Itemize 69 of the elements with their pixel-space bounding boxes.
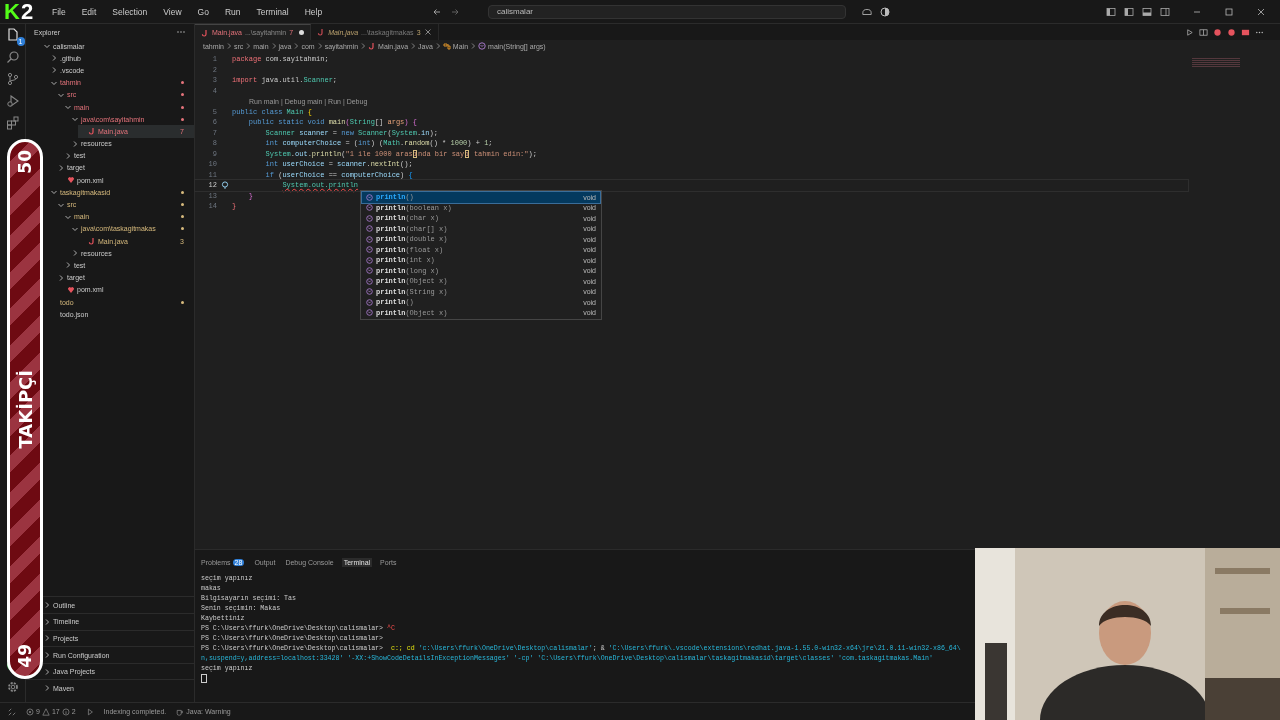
java-file-icon	[368, 42, 377, 50]
extensions-icon[interactable]	[5, 116, 20, 130]
lightbulb-icon[interactable]	[220, 181, 229, 190]
logo: K2	[4, 1, 34, 23]
java-file-icon	[88, 127, 96, 136]
menu-item[interactable]: Terminal	[256, 6, 289, 17]
method-icon	[366, 298, 373, 306]
chevron-right-icon	[293, 42, 300, 50]
method-icon	[366, 214, 373, 222]
secondary-sidebar-icon[interactable]	[1160, 6, 1170, 17]
error-icon	[26, 707, 34, 716]
warning-icon	[41, 707, 50, 716]
method-icon	[366, 235, 373, 243]
java-file-icon	[88, 237, 96, 246]
run-debug-icon[interactable]	[5, 94, 20, 108]
menu-item[interactable]: File	[52, 6, 66, 17]
method-icon	[366, 225, 373, 233]
method-icon	[366, 246, 373, 254]
chevron-right-icon	[434, 42, 441, 50]
xml-file-icon	[67, 176, 75, 185]
class-icon	[442, 42, 451, 50]
screen-icon[interactable]	[1241, 27, 1250, 37]
menu-item[interactable]: Run	[224, 6, 241, 17]
method-icon	[366, 288, 373, 296]
info-icon	[61, 707, 70, 716]
chevron-right-icon	[470, 42, 477, 50]
method-icon	[366, 204, 373, 212]
chevron-right-icon	[316, 42, 323, 50]
menu-item[interactable]: Selection	[112, 6, 148, 17]
chevron-right-icon	[410, 42, 417, 50]
panel-toggle-icon[interactable]	[1142, 6, 1152, 17]
command-center[interactable]: calismalar	[488, 4, 846, 19]
xml-file-icon	[67, 285, 75, 294]
menu-item[interactable]: Go	[197, 6, 209, 17]
method-icon	[478, 42, 487, 50]
menu-item[interactable]: Edit	[81, 6, 97, 17]
method-icon	[366, 277, 373, 285]
close-icon[interactable]	[423, 28, 432, 36]
unsaved-dot-icon	[299, 30, 305, 35]
cup-icon	[176, 707, 185, 716]
maximize-icon[interactable]	[1224, 6, 1234, 17]
menu-item[interactable]: Help	[304, 6, 323, 17]
split-editor-icon[interactable]	[1199, 27, 1208, 37]
source-control-icon[interactable]	[5, 72, 20, 86]
settings-icon[interactable]	[5, 680, 20, 694]
chevron-right-icon	[245, 42, 252, 50]
search-icon[interactable]	[5, 50, 20, 64]
method-icon	[366, 267, 373, 275]
chevron-right-icon	[226, 42, 232, 50]
java-file-icon	[317, 28, 326, 36]
follower-count: 50	[15, 150, 35, 174]
method-icon	[366, 256, 373, 264]
run-icon[interactable]	[1185, 27, 1194, 37]
chevron-right-icon	[360, 42, 367, 50]
follower-count: 49	[15, 644, 35, 668]
chevron-right-icon	[270, 42, 277, 50]
sidebar-toggle-icon[interactable]	[1124, 6, 1134, 17]
method-icon	[366, 193, 373, 201]
layout-icon[interactable]	[1106, 6, 1116, 17]
debug-icon[interactable]	[85, 707, 94, 716]
files-icon[interactable]	[5, 28, 20, 42]
follower-label: TAKİPÇİ	[14, 369, 36, 449]
menu-item[interactable]: View	[163, 6, 182, 17]
java-file-icon	[201, 28, 209, 37]
method-icon	[366, 309, 373, 317]
chevron-down-icon	[43, 42, 51, 51]
forward-arrow-icon[interactable]	[450, 6, 460, 17]
back-arrow-icon[interactable]	[432, 6, 442, 17]
close-icon[interactable]	[1256, 6, 1266, 17]
